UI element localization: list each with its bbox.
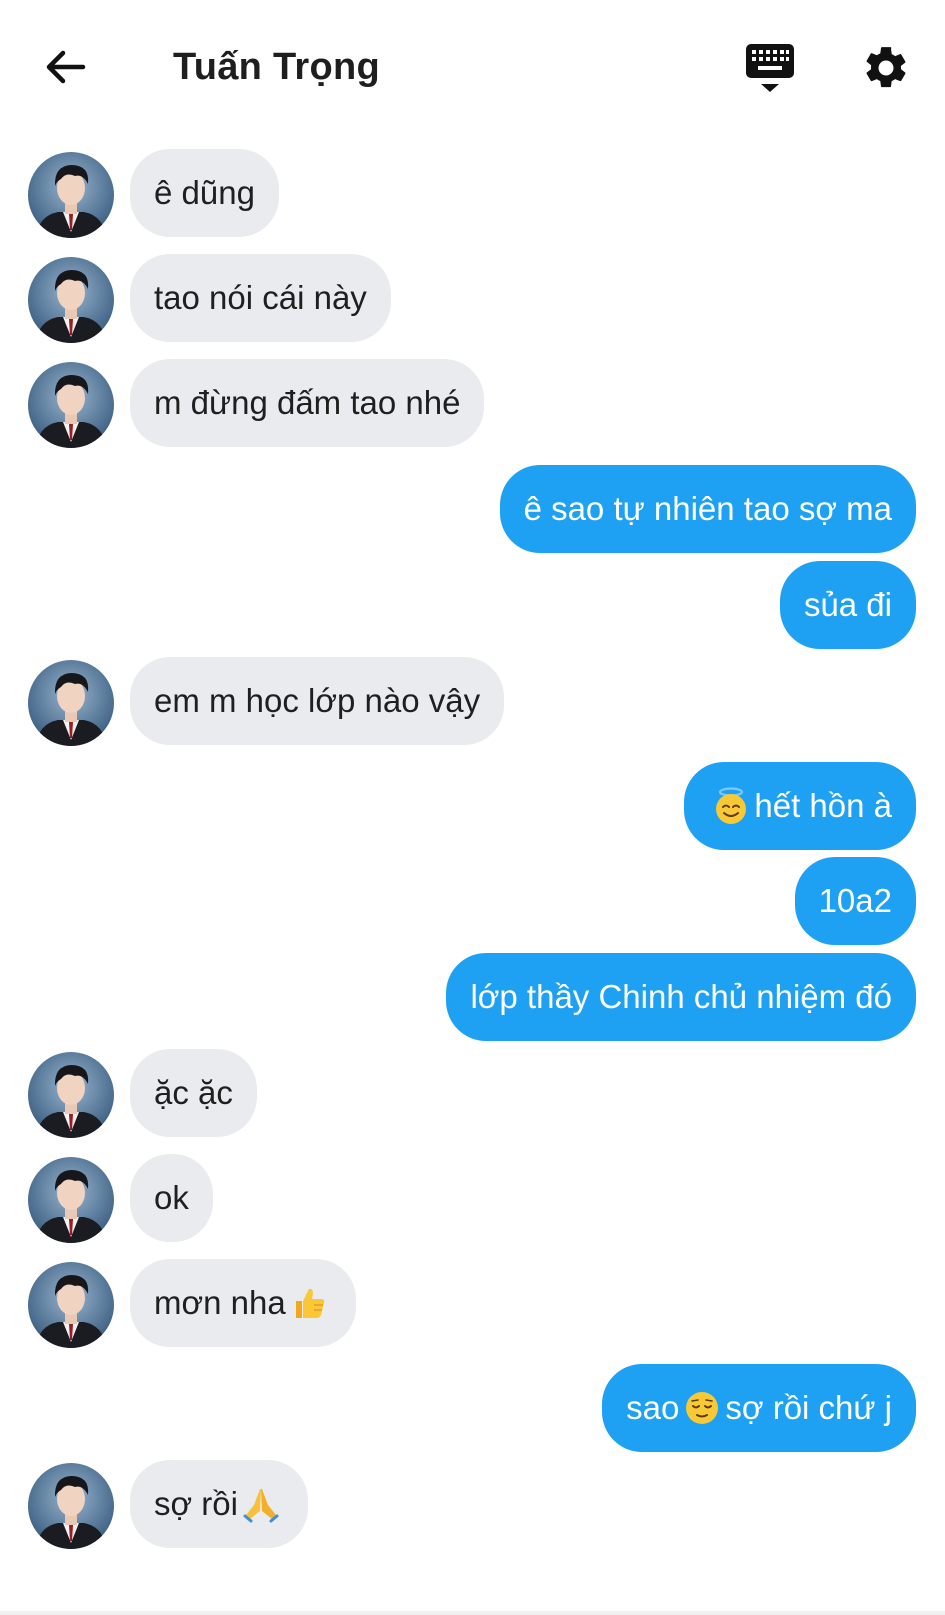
avatar-image (28, 1262, 114, 1348)
avatar-image (28, 1463, 114, 1549)
folded-hands-icon (243, 1489, 279, 1523)
incoming-message[interactable]: tao nói cái này (130, 254, 391, 342)
message-row: sợ rồi (0, 1460, 945, 1550)
outgoing-message[interactable]: sủa đi (779, 561, 916, 649)
message-row: em m học lớp nào vậy (0, 657, 945, 747)
arrow-left-icon (46, 50, 86, 84)
message-row: ê dũng (0, 149, 945, 239)
avatar-image (28, 362, 114, 448)
message-text: em m học lớp nào vậy (154, 682, 481, 719)
message-text: sao (626, 1389, 680, 1426)
outgoing-message[interactable]: 10a2 (794, 857, 916, 945)
avatar-image (28, 257, 114, 343)
incoming-message[interactable]: sợ rồi (130, 1460, 308, 1548)
back-button[interactable] (38, 40, 92, 94)
incoming-message[interactable]: ê dũng (130, 149, 279, 237)
message-text: tao nói cái này (154, 279, 367, 316)
incoming-message[interactable]: ặc ặc (130, 1049, 257, 1137)
avatar-image (28, 1052, 114, 1138)
settings-button[interactable] (856, 38, 916, 98)
message-row: m đừng đấm tao nhé (0, 359, 945, 449)
avatar[interactable] (28, 152, 114, 238)
outgoing-message[interactable]: hết hồn à (684, 762, 916, 850)
message-row: ok (0, 1154, 945, 1244)
chat-header: Tuấn Trọng (0, 0, 945, 135)
avatar[interactable] (28, 660, 114, 746)
message-text: sợ rồi (154, 1485, 238, 1522)
bottom-edge (0, 1611, 945, 1615)
incoming-message[interactable]: mơn nha (130, 1259, 356, 1347)
message-row: 10a2 (0, 857, 945, 947)
avatar[interactable] (28, 1262, 114, 1348)
message-list[interactable]: ê dũng tao nói cái này m đừng đấm tao nh… (0, 135, 945, 1615)
keyboard-hide-icon (746, 44, 794, 92)
message-row: hết hồn à (0, 762, 945, 852)
message-text: sợ rồi chứ j (725, 1389, 892, 1426)
message-text: mơn nha (154, 1284, 286, 1321)
smiling-face-with-halo-icon (716, 787, 747, 824)
hide-keyboard-button[interactable] (740, 38, 800, 98)
message-text: 10a2 (818, 882, 892, 919)
message-row: ặc ặc (0, 1049, 945, 1139)
message-text: ê dũng (154, 174, 255, 211)
avatar[interactable] (28, 1463, 114, 1549)
outgoing-message[interactable]: ê sao tự nhiên tao sợ ma (499, 465, 916, 553)
gear-icon (866, 47, 906, 88)
message-row: ê sao tự nhiên tao sợ ma (0, 465, 945, 555)
contact-name: Tuấn Trọng (173, 46, 381, 88)
message-row: lớp thầy Chinh chủ nhiệm đó (0, 953, 945, 1043)
relieved-face-icon (686, 1392, 719, 1424)
outgoing-message[interactable]: lớp thầy Chinh chủ nhiệm đó (446, 953, 916, 1041)
message-text: ok (154, 1179, 189, 1216)
avatar[interactable] (28, 1052, 114, 1138)
incoming-message[interactable]: em m học lớp nào vậy (130, 657, 505, 745)
message-text: hết hồn à (754, 787, 892, 824)
message-text: lớp thầy Chinh chủ nhiệm đó (470, 978, 892, 1015)
message-text: ê sao tự nhiên tao sợ ma (523, 490, 892, 527)
message-text: sủa đi (803, 586, 892, 623)
message-row: mơn nha (0, 1259, 945, 1349)
message-text: m đừng đấm tao nhé (154, 384, 461, 421)
incoming-message[interactable]: m đừng đấm tao nhé (130, 359, 485, 447)
message-row: tao nói cái này (0, 254, 945, 344)
avatar[interactable] (28, 257, 114, 343)
incoming-message[interactable]: ok (130, 1154, 213, 1242)
thumbs-up-icon (295, 1288, 324, 1318)
message-text: ặc ặc (154, 1074, 233, 1111)
avatar[interactable] (28, 1157, 114, 1243)
avatar[interactable] (28, 362, 114, 448)
message-row: sao sợ rồi chứ j (0, 1364, 945, 1454)
outgoing-message[interactable]: sao sợ rồi chứ j (602, 1364, 916, 1452)
avatar-image (28, 152, 114, 238)
message-row: sủa đi (0, 561, 945, 651)
avatar-image (28, 660, 114, 746)
avatar-image (28, 1157, 114, 1243)
